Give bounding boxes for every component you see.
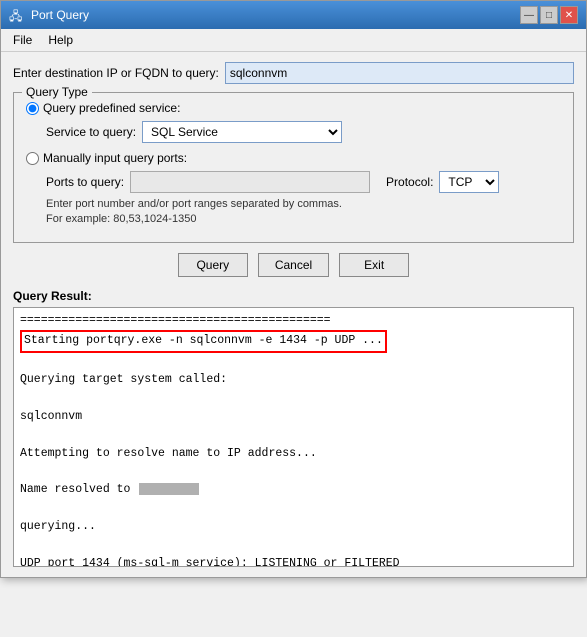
predefined-radio[interactable]	[26, 102, 39, 115]
button-row: Query Cancel Exit	[13, 253, 574, 277]
hint-line2: For example: 80,53,1024-1350	[46, 213, 196, 225]
title-bar-buttons: — □ ✕	[520, 6, 578, 24]
protocol-label: Protocol:	[386, 175, 433, 189]
destination-input[interactable]	[225, 62, 574, 84]
title-bar: 🖧 Port Query — □ ✕	[1, 1, 586, 29]
service-label: Service to query:	[46, 125, 136, 139]
group-legend: Query Type	[22, 85, 92, 99]
result-line-ipresolved: Name resolved to	[20, 481, 567, 499]
main-window: 🖧 Port Query — □ ✕ File Help Enter desti…	[0, 0, 587, 578]
window-title: Port Query	[31, 8, 89, 22]
result-line-blank3	[20, 426, 567, 444]
predefined-radio-row: Query predefined service:	[26, 101, 561, 115]
predefined-label: Query predefined service:	[43, 101, 180, 115]
hint-text: Enter port number and/or port ranges sep…	[46, 197, 561, 228]
result-line-blank1	[20, 353, 567, 371]
ports-input[interactable]	[130, 171, 370, 193]
service-row: Service to query: SQL Service DNS HTTP H…	[46, 121, 561, 143]
protocol-select[interactable]: TCP UDP Both	[439, 171, 499, 193]
title-bar-left: 🖧 Port Query	[9, 7, 89, 23]
ports-label: Ports to query:	[46, 175, 124, 189]
result-line-udp-listening: UDP port 1434 (ms-sql-m service): LISTEN…	[20, 555, 567, 566]
service-select-wrapper: SQL Service DNS HTTP HTTPS LDAP	[142, 121, 342, 143]
main-content: Enter destination IP or FQDN to query: Q…	[1, 52, 586, 577]
close-button[interactable]: ✕	[560, 6, 578, 24]
result-line-querying2: querying...	[20, 518, 567, 536]
exit-button[interactable]: Exit	[339, 253, 409, 277]
result-line-hostname: sqlconnvm	[20, 408, 567, 426]
protocol-wrapper: TCP UDP Both	[439, 171, 499, 193]
service-select[interactable]: SQL Service DNS HTTP HTTPS LDAP	[142, 121, 342, 143]
result-text[interactable]: ========================================…	[14, 308, 573, 566]
result-line-querying: Querying target system called:	[20, 371, 567, 389]
menu-help[interactable]: Help	[40, 31, 81, 49]
result-label: Query Result:	[13, 289, 574, 303]
query-button[interactable]: Query	[178, 253, 248, 277]
ports-row: Ports to query: Protocol: TCP UDP Both	[46, 171, 561, 193]
hint-line1: Enter port number and/or port ranges sep…	[46, 198, 342, 210]
result-wrapper: ========================================…	[13, 307, 574, 567]
result-line-resolve: Attempting to resolve name to IP address…	[20, 445, 567, 463]
manual-radio-row: Manually input query ports:	[26, 151, 561, 165]
cancel-button[interactable]: Cancel	[258, 253, 329, 277]
maximize-button[interactable]: □	[540, 6, 558, 24]
result-line-blank6	[20, 536, 567, 554]
ip-address-blur	[139, 483, 199, 495]
menu-bar: File Help	[1, 29, 586, 52]
menu-file[interactable]: File	[5, 31, 40, 49]
destination-row: Enter destination IP or FQDN to query:	[13, 62, 574, 84]
manual-label: Manually input query ports:	[43, 151, 187, 165]
query-type-group: Query Type Query predefined service: Ser…	[13, 92, 574, 243]
manual-radio[interactable]	[26, 152, 39, 165]
destination-label: Enter destination IP or FQDN to query:	[13, 66, 219, 80]
result-line-blank2	[20, 389, 567, 407]
result-line-blank4	[20, 463, 567, 481]
app-icon: 🖧	[9, 7, 25, 23]
result-line-blank5	[20, 500, 567, 518]
minimize-button[interactable]: —	[520, 6, 538, 24]
result-line-start: Starting portqry.exe -n sqlconnvm -e 143…	[20, 330, 567, 352]
result-line-separator: ========================================…	[20, 312, 567, 330]
